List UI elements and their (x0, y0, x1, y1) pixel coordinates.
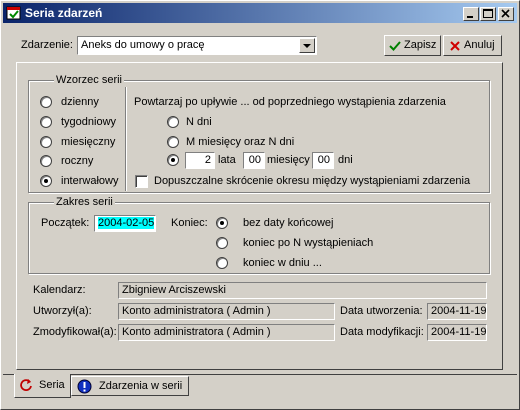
radio-pattern-daily[interactable] (40, 96, 52, 108)
created-date-field: 2004-11-19 (427, 303, 487, 320)
window-title: Seria zdarzeń (25, 6, 103, 20)
radio-pattern-monthly[interactable] (40, 136, 52, 148)
close-button[interactable] (498, 7, 514, 21)
pattern-type-weekly-label: tygodniowy (61, 116, 117, 128)
cancel-label: Anuluj (464, 39, 495, 51)
years-input[interactable]: 2 (185, 152, 215, 169)
end-on-date-label: koniec w dniu ... (243, 257, 322, 269)
calendar-field: Zbigniew Arciszewski (118, 282, 487, 299)
modified-by-label: Zmodyfikował(a): (33, 326, 117, 338)
radio-m-months-n-days[interactable] (167, 136, 179, 148)
pattern-type-interval-label: interwałowy (61, 175, 119, 187)
radio-end-on-date[interactable] (216, 257, 228, 269)
event-select[interactable]: Aneks do umowy o pracę (77, 36, 317, 55)
pattern-type-yearly-label: roczny (61, 155, 94, 167)
days-input[interactable]: 00 (312, 152, 334, 169)
series-icon (20, 379, 32, 391)
tab-series[interactable]: Seria (14, 374, 71, 398)
pattern-type-daily-label: dzienny (61, 96, 99, 108)
created-by-field: Konto administratora ( Admin ) (118, 303, 335, 320)
modified-date-field: 2004-11-19 (427, 324, 487, 341)
repeat-description: Powtarzaj po upływie ... od poprzedniego… (134, 96, 446, 108)
maximize-icon (483, 9, 493, 18)
pattern-divider (125, 87, 126, 191)
save-button[interactable]: Zapisz (384, 35, 441, 56)
cancel-button[interactable]: Anuluj (443, 35, 502, 56)
title-bar[interactable]: Seria zdarzeń (3, 3, 517, 23)
event-dropdown-button[interactable] (299, 38, 315, 53)
app-icon (6, 6, 21, 20)
dialog-window: Seria zdarzeń Zdarzenie: Aneks do umowy … (0, 0, 520, 410)
allow-shorten-checkbox[interactable] (135, 175, 148, 188)
range-group-title: Zakres serii (54, 196, 115, 208)
event-select-value: Aneks do umowy o pracę (81, 39, 205, 51)
tab-events-label: Zdarzenia w serii (99, 380, 183, 392)
start-label: Początek: (41, 217, 90, 229)
info-icon (77, 379, 92, 394)
radio-end-after-n[interactable] (216, 237, 228, 249)
radio-pattern-weekly[interactable] (40, 116, 52, 128)
modified-by-field: Konto administratora ( Admin ) (118, 324, 335, 341)
radio-end-none[interactable] (216, 217, 228, 229)
radio-pattern-interval[interactable] (40, 175, 52, 187)
end-after-n-label: koniec po N wystąpieniach (243, 237, 374, 249)
created-date-label: Data utworzenia: (340, 305, 423, 317)
calendar-label: Kalendarz: (33, 284, 86, 296)
end-none-label: bez daty końcowej (243, 217, 334, 229)
event-label: Zdarzenie: (21, 39, 73, 51)
days-label: dni (338, 154, 353, 166)
pattern-group-title: Wzorzec serii (54, 74, 125, 86)
months-input[interactable]: 00 (243, 152, 265, 169)
start-date-value: 2004-02-05 (98, 217, 155, 229)
radio-n-days[interactable] (167, 116, 179, 128)
years-label: lata (218, 154, 236, 166)
minimize-button[interactable] (463, 7, 479, 21)
radio-years-months-days[interactable] (167, 154, 179, 166)
end-label: Koniec: (171, 217, 208, 229)
radio-pattern-yearly[interactable] (40, 155, 52, 167)
months-label: miesięcy (267, 154, 310, 166)
cancel-x-icon (450, 41, 460, 51)
save-label: Zapisz (404, 39, 437, 51)
chevron-down-icon (303, 44, 311, 48)
tab-series-label: Seria (39, 379, 65, 391)
minimize-icon (467, 16, 473, 18)
m-months-n-days-label: M miesięcy oraz N dni (186, 136, 295, 148)
start-date-input[interactable]: 2004-02-05 (94, 215, 156, 232)
checkmark-icon (389, 41, 401, 51)
created-by-label: Utworzył(a): (33, 305, 92, 317)
close-icon (501, 9, 510, 18)
modified-date-label: Data modyfikacji: (340, 326, 424, 338)
pattern-type-monthly-label: miesięczny (61, 136, 116, 148)
tab-strip-line (3, 374, 517, 375)
maximize-button[interactable] (480, 7, 496, 21)
n-days-label: N dni (186, 116, 212, 128)
tab-events-in-series[interactable]: Zdarzenia w serii (71, 376, 189, 396)
allow-shorten-label: Dopuszczalne skrócenie okresu między wys… (154, 175, 471, 187)
